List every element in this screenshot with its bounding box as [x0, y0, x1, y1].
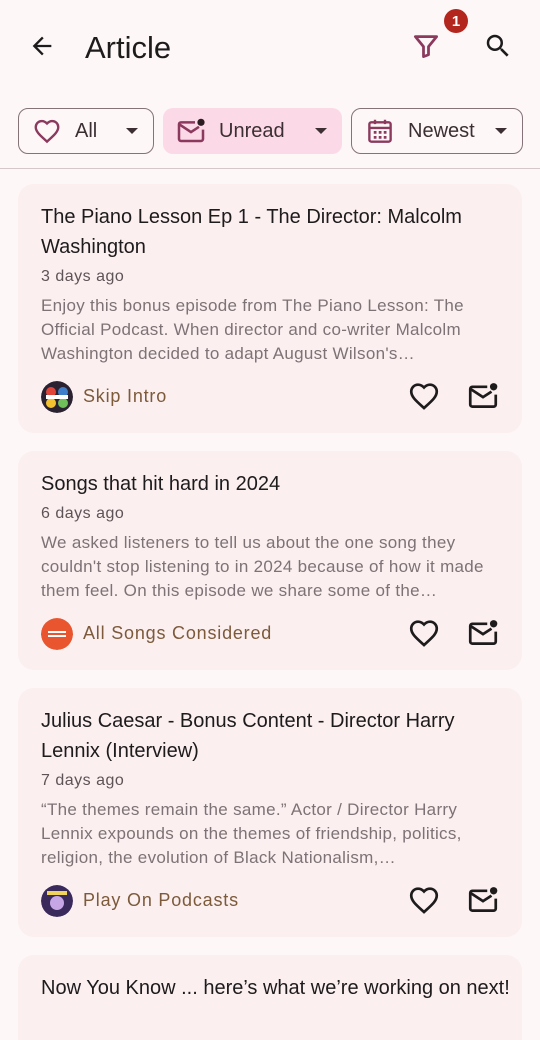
arrow-back-icon — [28, 32, 56, 65]
skip-intro-avatar-icon — [41, 381, 73, 413]
filter-chip-sort[interactable]: Newest — [351, 108, 523, 154]
search-icon — [483, 31, 513, 66]
dropdown-arrow-icon — [314, 126, 328, 136]
play-on-podcasts-avatar-icon — [41, 885, 73, 917]
article-footer: Skip Intro — [41, 381, 511, 415]
chip-label: Unread — [219, 119, 285, 142]
mark-email-unread-icon — [466, 883, 500, 922]
article-age: 7 days ago — [41, 772, 125, 789]
article-age: 6 days ago — [41, 505, 125, 522]
article-footer: All Songs Considered — [41, 618, 511, 652]
article-card[interactable]: Julius Caesar - Bonus Content - Director… — [18, 688, 522, 937]
heart-outline-icon — [31, 115, 63, 147]
chip-label: All — [75, 119, 98, 142]
mark-email-unread-icon — [175, 115, 207, 147]
article-source[interactable]: All Songs Considered — [83, 623, 272, 644]
like-button[interactable] — [405, 379, 443, 417]
heart-outline-icon — [407, 379, 441, 418]
article-title: Julius Caesar - Bonus Content - Director… — [41, 710, 455, 762]
like-button[interactable] — [405, 883, 443, 921]
heart-outline-icon — [407, 883, 441, 922]
filter-button[interactable] — [404, 26, 448, 70]
top-app-bar: Article 1 — [0, 0, 540, 96]
article-title: Now You Know ... here’s what we’re worki… — [41, 977, 510, 999]
dropdown-arrow-icon — [125, 126, 139, 136]
mark-unread-button[interactable] — [464, 883, 502, 921]
page-title: Article — [85, 30, 172, 65]
article-title: Songs that hit hard in 2024 — [41, 473, 281, 495]
filter-icon — [411, 31, 441, 66]
article-description: “The themes remain the same.” Actor / Di… — [41, 800, 462, 867]
heart-outline-icon — [407, 616, 441, 655]
article-source[interactable]: Skip Intro — [83, 386, 167, 407]
mark-email-unread-icon — [466, 616, 500, 655]
all-songs-considered-avatar-icon — [41, 618, 73, 650]
mark-email-unread-icon — [466, 379, 500, 418]
filter-chip-all[interactable]: All — [18, 108, 154, 154]
article-age: 3 days ago — [41, 268, 125, 285]
dropdown-arrow-icon — [494, 126, 508, 136]
back-button[interactable] — [22, 28, 62, 68]
calendar-icon — [364, 115, 396, 147]
chip-label: Newest — [408, 119, 475, 142]
article-card[interactable]: The Piano Lesson Ep 1 - The Director: Ma… — [18, 184, 522, 433]
divider — [0, 168, 540, 169]
article-card[interactable]: Now You Know ... here’s what we’re worki… — [18, 955, 522, 1040]
search-button[interactable] — [476, 26, 520, 70]
article-footer: Play On Podcasts — [41, 885, 511, 919]
article-title: The Piano Lesson Ep 1 - The Director: Ma… — [41, 206, 462, 258]
article-description: Enjoy this bonus episode from The Piano … — [41, 296, 464, 363]
article-card[interactable]: Songs that hit hard in 2024 6 days ago W… — [18, 451, 522, 670]
mark-unread-button[interactable] — [464, 379, 502, 417]
article-source[interactable]: Play On Podcasts — [83, 890, 239, 911]
article-description: We asked listeners to tell us about the … — [41, 533, 484, 600]
filter-count-badge: 1 — [444, 9, 468, 33]
mark-unread-button[interactable] — [464, 616, 502, 654]
filter-chip-unread[interactable]: Unread — [163, 108, 342, 154]
like-button[interactable] — [405, 616, 443, 654]
